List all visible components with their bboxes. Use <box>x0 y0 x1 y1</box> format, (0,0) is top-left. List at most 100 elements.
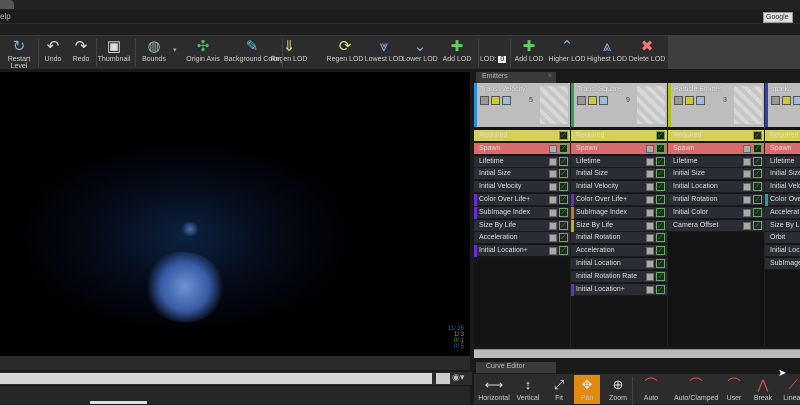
module-row-lifetime[interactable]: Lifetime⟋ <box>668 155 764 168</box>
module-enable-checkbox[interactable] <box>549 234 557 243</box>
curve-graph-icon[interactable]: ⟋ <box>753 207 762 217</box>
toolbar-button-regen-lod[interactable]: ⇓ Regen LOD <box>270 38 308 68</box>
menu-help[interactable]: elp <box>0 12 11 21</box>
module-enable-checkbox[interactable] <box>549 170 557 179</box>
view-options-eye-icon[interactable]: ◉▾ <box>452 372 464 383</box>
toolbar-button-bounds[interactable]: ◍ Bounds <box>136 38 172 68</box>
curve-graph-icon[interactable]: ⟋ <box>753 182 762 192</box>
module-row-lifetime[interactable]: Lifetime⟋ <box>765 155 800 168</box>
toolbar-button-redo[interactable]: ↷ Redo <box>68 38 94 68</box>
module-row-required[interactable]: Required ⟋ <box>668 130 764 142</box>
module-row-initial-location[interactable]: Initial Location ⟋ <box>668 181 764 194</box>
curve-graph-icon[interactable]: ⟋ <box>656 284 665 294</box>
module-enable-checkbox[interactable] <box>646 144 654 153</box>
module-row-color-over-life-[interactable]: Color Over Life+ ⟋ <box>571 194 667 206</box>
module-enable-checkbox[interactable] <box>646 221 654 230</box>
emitter-solo-icon[interactable] <box>793 96 800 105</box>
emitters-horizontal-scrollbar[interactable] <box>474 349 800 358</box>
module-row-initial-color[interactable]: Initial Color ⟋ <box>668 206 764 219</box>
curve-button-horizontal[interactable]: ⟷ Horizontal <box>478 375 510 404</box>
module-row-initial-size[interactable]: Initial Size⟋ <box>765 168 800 181</box>
module-row-spawn[interactable]: Spawn⟋ <box>668 142 764 155</box>
module-enable-checkbox[interactable] <box>646 234 654 243</box>
curve-graph-icon[interactable]: ⟋ <box>559 131 568 140</box>
toolbar-button-thumbnail[interactable]: ▣ Thumbnail <box>96 38 132 68</box>
module-row-required[interactable]: Required ⟋ <box>474 130 570 142</box>
emitter-render-mode-icon[interactable] <box>491 96 500 105</box>
emitter-enable-checkbox[interactable] <box>674 96 683 105</box>
search-engine-dropdown[interactable]: Google ▾ <box>763 12 793 29</box>
property-matrix-button[interactable] <box>436 373 450 384</box>
curve-editor-tab[interactable]: Curve Editor <box>476 362 556 373</box>
module-enable-checkbox[interactable] <box>646 272 654 281</box>
module-row-acceleration[interactable]: Acceleration ⟋ <box>474 232 570 245</box>
curve-graph-icon[interactable]: ⟋ <box>656 220 665 230</box>
toolbar-button-add-lod[interactable]: ✚ Add LOD <box>440 38 474 68</box>
module-enable-checkbox[interactable] <box>646 260 654 268</box>
curve-graph-icon[interactable]: ⟋ <box>559 233 568 243</box>
module-enable-checkbox[interactable] <box>646 157 654 166</box>
curve-graph-icon[interactable]: ⟋ <box>559 195 568 204</box>
module-row-initial-rotation[interactable]: Initial Rotation ⟋ <box>571 232 667 245</box>
module-row-color-over-life-[interactable]: Color Over Life+ ⟋ <box>474 194 570 206</box>
curve-button-zoom[interactable]: ⊕ Zoom <box>604 375 632 404</box>
close-icon[interactable]: × <box>548 73 552 80</box>
module-enable-checkbox[interactable] <box>549 196 557 204</box>
lod-selector[interactable]: LOD: 0 <box>480 56 507 63</box>
bounds-dropdown-arrow-icon[interactable]: ▾ <box>173 46 177 54</box>
module-enable-checkbox[interactable] <box>646 285 654 294</box>
curve-graph-icon[interactable]: ⟋ <box>753 220 762 230</box>
curve-button-auto-clamped[interactable]: ⌒ Auto/Clamped <box>674 375 718 404</box>
curve-button-vertical[interactable]: ↕ Vertical <box>512 375 544 404</box>
curve-graph-icon[interactable]: ⟋ <box>656 271 665 281</box>
module-enable-checkbox[interactable] <box>646 208 654 217</box>
module-row-initial-rotation-rate[interactable]: Initial Rotation Rate ⟋ <box>571 270 667 283</box>
toolbar-button-origin-axis[interactable]: ✣ Origin Axis <box>183 38 223 68</box>
toolbar-button-add-lod[interactable]: ✚ Add LOD <box>513 38 545 68</box>
module-enable-checkbox[interactable] <box>646 170 654 179</box>
emitter-solo-icon[interactable] <box>502 96 511 105</box>
module-row-camera-offset[interactable]: Camera Offset ⟋ <box>668 219 764 232</box>
module-enable-checkbox[interactable] <box>549 208 557 217</box>
module-row-spawn[interactable]: Spawn⟋ <box>765 142 800 155</box>
toolbar-button-delete-lod[interactable]: ✖ Delete LOD <box>628 38 666 68</box>
emitter-header[interactable]: Particle Emitter 3 <box>668 83 764 127</box>
module-row-subimage[interactable]: SubImage⟋ <box>765 258 800 270</box>
module-row-initial-size[interactable]: Initial Size⟋ <box>668 168 764 181</box>
emitters-tab[interactable]: Emitters × <box>476 72 556 83</box>
window-tab[interactable] <box>0 0 14 9</box>
module-enable-checkbox[interactable] <box>549 144 557 153</box>
emitter-enable-checkbox[interactable] <box>771 96 780 105</box>
module-row-subimage-index[interactable]: SubImage Index ⟋ <box>474 206 570 219</box>
module-enable-checkbox[interactable] <box>743 183 751 192</box>
module-enable-checkbox[interactable] <box>646 183 654 192</box>
module-row-lifetime[interactable]: Lifetime⟋ <box>474 155 570 168</box>
curve-graph-icon[interactable]: ⟋ <box>559 246 568 256</box>
curve-graph-icon[interactable]: ⟋ <box>656 259 665 268</box>
curve-graph-icon[interactable]: ⟋ <box>753 131 762 140</box>
emitter-enable-checkbox[interactable] <box>577 96 586 105</box>
curve-graph-icon[interactable]: ⟋ <box>753 156 762 166</box>
curve-graph-icon[interactable]: ⟋ <box>753 195 762 204</box>
toolbar-button-lower-lod[interactable]: ⌄ Lower LOD <box>402 38 438 68</box>
module-row-initial-location-[interactable]: Initial Location+ ⟋ <box>571 283 667 296</box>
module-row-initial-size[interactable]: Initial Size⟋ <box>474 168 570 181</box>
curve-button-user[interactable]: ⌒ User <box>720 375 748 404</box>
module-enable-checkbox[interactable] <box>743 208 751 217</box>
module-enable-checkbox[interactable] <box>743 196 751 204</box>
curve-graph-icon[interactable]: ⟋ <box>656 246 665 256</box>
emitter-solo-icon[interactable] <box>599 96 608 105</box>
module-row-spawn[interactable]: Spawn⟋ <box>571 142 667 155</box>
toolbar-button-higher-lod[interactable]: ⌃ Higher LOD <box>548 38 586 68</box>
module-row-initial-velocity[interactable]: Initial Velocity ⟋ <box>474 181 570 194</box>
toolbar-button-restart-level[interactable]: ↻ Restart Level <box>0 38 38 70</box>
curve-button-auto[interactable]: ⌒ Auto <box>634 375 668 404</box>
module-row-initial-velocity[interactable]: Initial Velocity ⟋ <box>571 181 667 194</box>
module-row-size-by-life[interactable]: Size By Life ⟋ <box>474 219 570 232</box>
lod-value-input[interactable]: 0 <box>498 56 507 63</box>
emitter-header[interactable]: Trans_Velocity 5 <box>474 83 570 127</box>
module-row-initial-location[interactable]: Initial Location ⟋ <box>571 258 667 270</box>
module-row-size-by-life[interactable]: Size By Life ⟋ <box>571 219 667 232</box>
module-row-orbit[interactable]: Orbit⟋ <box>765 232 800 245</box>
emitter-header[interactable]: sparks <box>765 83 800 127</box>
